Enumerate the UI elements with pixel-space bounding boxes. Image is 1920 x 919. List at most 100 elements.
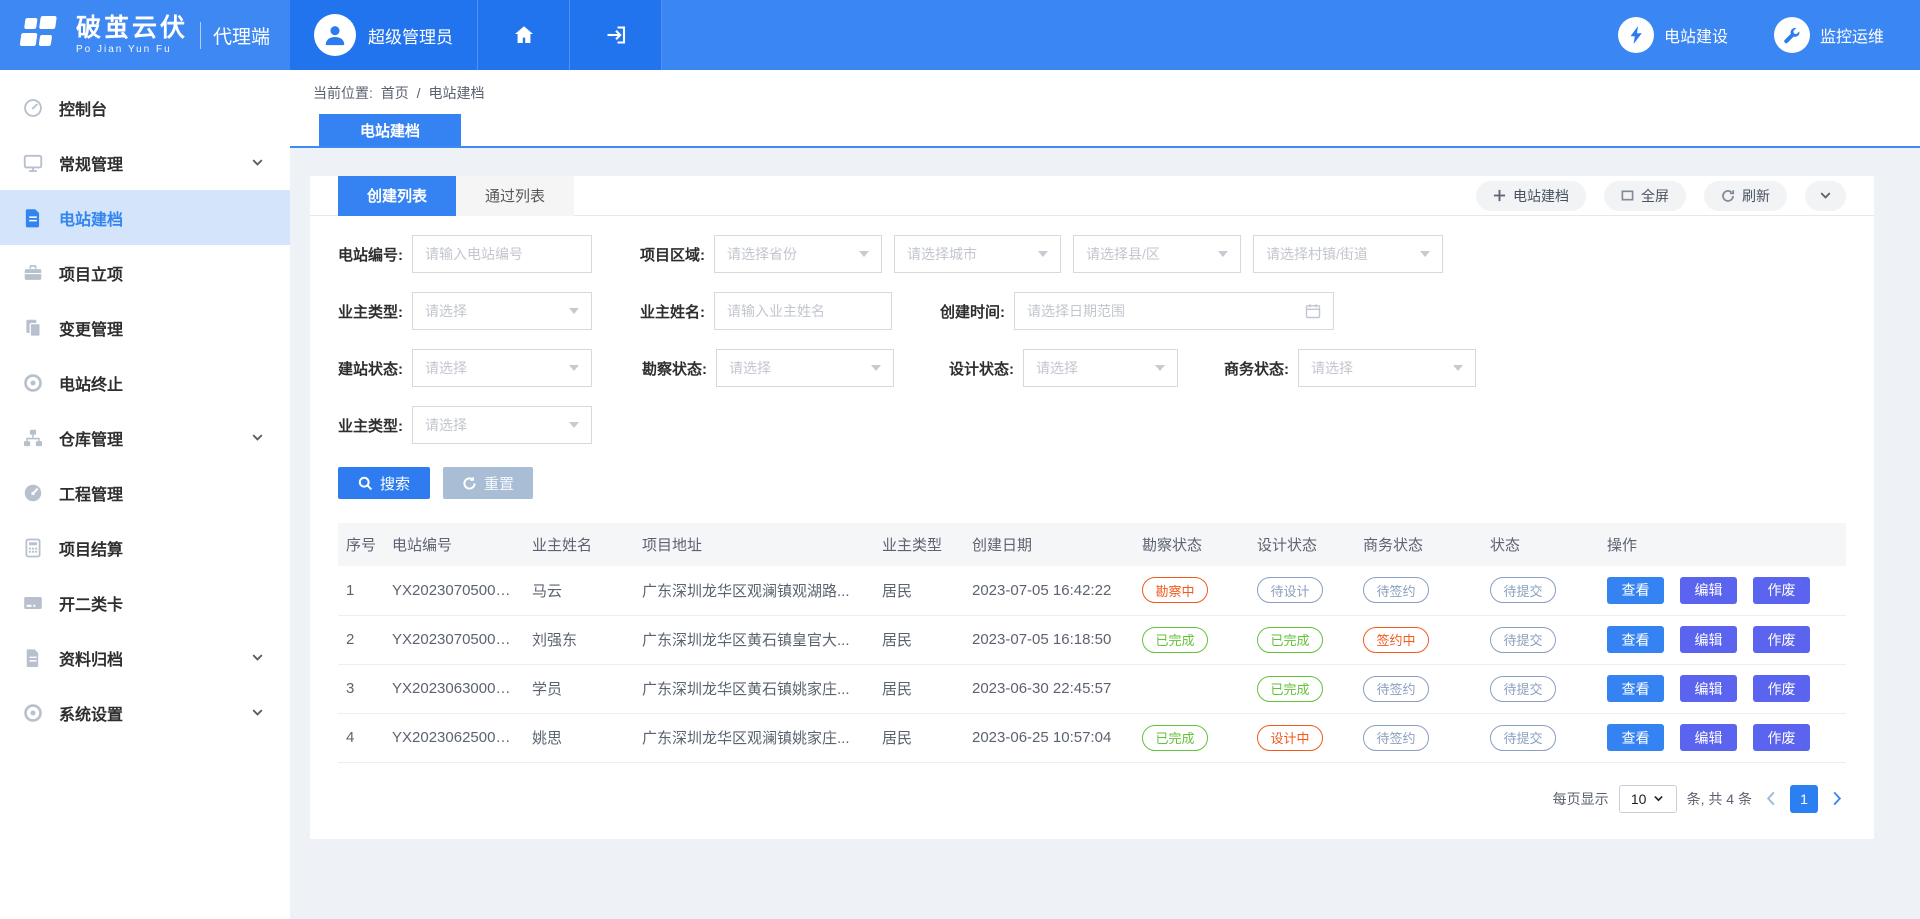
content-card: 创建列表 通过列表 电站建档 全屏 刷新 [310, 176, 1874, 839]
chevron-down-icon [251, 651, 264, 664]
sidebar: 控制台 常规管理 电站建档 项目立项 变更管理 电站终止 [0, 70, 290, 919]
home-button[interactable] [478, 0, 570, 70]
survey-status-select[interactable]: 请选择 [716, 349, 894, 387]
chevron-right-icon [1832, 791, 1842, 806]
sidebar-item-label: 电站建档 [59, 206, 264, 230]
status-badge: 待提交 [1490, 577, 1556, 603]
void-button[interactable]: 作废 [1753, 626, 1810, 653]
owner-name-input[interactable]: 请输入业主姓名 [714, 292, 892, 330]
col-status: 状态 [1482, 523, 1599, 566]
station-code-input[interactable]: 请输入电站编号 [412, 235, 592, 273]
sidebar-item-project-settlement[interactable]: 项目结算 [0, 520, 290, 575]
total-count-label: 条, 共 4 条 [1687, 789, 1752, 809]
sidebar-item-engineering-mgmt[interactable]: 工程管理 [0, 465, 290, 520]
add-station-button[interactable]: 电站建档 [1476, 181, 1586, 211]
breadcrumb-current: 电站建档 [428, 85, 484, 101]
void-button[interactable]: 作废 [1753, 724, 1810, 751]
page-number-1[interactable]: 1 [1790, 785, 1818, 813]
edit-button[interactable]: 编辑 [1680, 626, 1737, 653]
sidebar-item-label: 常规管理 [59, 151, 251, 175]
owner-type2-select[interactable]: 请选择 [412, 406, 592, 444]
view-button[interactable]: 查看 [1607, 626, 1664, 653]
sidebar-item-station-archive[interactable]: 电站建档 [0, 190, 290, 245]
sidebar-item-open-class2-card[interactable]: 开二类卡 [0, 575, 290, 630]
dashboard-icon [22, 482, 44, 504]
sidebar-item-data-archive[interactable]: 资料归档 [0, 630, 290, 685]
col-created: 创建日期 [964, 523, 1134, 566]
sidebar-item-project-initiation[interactable]: 项目立项 [0, 245, 290, 300]
logout-button[interactable] [570, 0, 662, 70]
caret-down-icon [871, 365, 881, 371]
district-select[interactable]: 请选择县/区 [1073, 235, 1241, 273]
plus-icon [1493, 189, 1506, 202]
nav-label: 监控运维 [1820, 23, 1884, 47]
fullscreen-button[interactable]: 全屏 [1604, 181, 1686, 211]
page-tab-station-archive[interactable]: 电站建档 [319, 114, 461, 146]
refresh-button[interactable]: 刷新 [1704, 181, 1787, 211]
view-button[interactable]: 查看 [1607, 577, 1664, 604]
cell-owner: 刘强东 [524, 615, 634, 664]
create-time-range-input[interactable]: 请选择日期范围 [1014, 292, 1334, 330]
sitemap-icon [22, 427, 44, 449]
business-status-badge: 待签约 [1363, 577, 1429, 603]
sidebar-item-change-mgmt[interactable]: 变更管理 [0, 300, 290, 355]
nav-monitor-ops[interactable]: 监控运维 [1774, 17, 1884, 53]
gauge-icon [22, 97, 44, 119]
sidebar-item-label: 项目立项 [59, 261, 264, 285]
cell-address: 广东深圳龙华区黄石镇姚家庄... [634, 664, 874, 713]
cell-type: 居民 [874, 566, 964, 615]
nav-station-build[interactable]: 电站建设 [1618, 17, 1728, 53]
caret-down-icon [1218, 251, 1228, 257]
calendar-icon [1305, 303, 1321, 319]
monitor-icon [22, 152, 44, 174]
add-station-label: 电站建档 [1513, 186, 1569, 206]
breadcrumb-home[interactable]: 首页 [381, 85, 409, 101]
tab-create-list[interactable]: 创建列表 [338, 176, 456, 216]
cell-type: 居民 [874, 713, 964, 762]
search-label: 搜索 [380, 473, 410, 494]
next-page-button[interactable] [1828, 791, 1846, 806]
design-status-select[interactable]: 请选择 [1023, 349, 1178, 387]
void-button[interactable]: 作废 [1753, 675, 1810, 702]
col-business: 商务状态 [1355, 523, 1482, 566]
cell-no: 1 [338, 566, 384, 615]
caret-down-icon [1155, 365, 1165, 371]
user-icon [322, 22, 348, 48]
caret-down-icon [569, 308, 579, 314]
tab-passed-list[interactable]: 通过列表 [456, 176, 574, 216]
caret-down-icon [1420, 251, 1430, 257]
top-bar: 破茧云伏 Po Jian Yun Fu 代理端 超级管理员 [0, 0, 1920, 70]
business-status-select[interactable]: 请选择 [1298, 349, 1476, 387]
owner-type-label: 业主类型: [338, 301, 403, 322]
edit-button[interactable]: 编辑 [1680, 724, 1737, 751]
prev-page-button[interactable] [1762, 791, 1780, 806]
town-select[interactable]: 请选择村镇/街道 [1253, 235, 1443, 273]
cell-owner: 学员 [524, 664, 634, 713]
view-button[interactable]: 查看 [1607, 675, 1664, 702]
per-page-select[interactable]: 10 [1619, 785, 1677, 813]
sidebar-item-warehouse-mgmt[interactable]: 仓库管理 [0, 410, 290, 465]
reset-button[interactable]: 重置 [443, 467, 533, 499]
view-button[interactable]: 查看 [1607, 724, 1664, 751]
collapse-button[interactable] [1805, 181, 1846, 211]
search-button[interactable]: 搜索 [338, 467, 430, 499]
user-menu[interactable]: 超级管理员 [290, 0, 478, 70]
edit-button[interactable]: 编辑 [1680, 675, 1737, 702]
col-address: 项目地址 [634, 523, 874, 566]
sidebar-item-console[interactable]: 控制台 [0, 80, 290, 135]
sidebar-item-general-mgmt[interactable]: 常规管理 [0, 135, 290, 190]
sidebar-item-label: 系统设置 [59, 701, 251, 725]
city-select[interactable]: 请选择城市 [894, 235, 1061, 273]
sidebar-item-station-terminate[interactable]: 电站终止 [0, 355, 290, 410]
void-button[interactable]: 作废 [1753, 577, 1810, 604]
table-row: 3 YX2023063000009 学员 广东深圳龙华区黄石镇姚家庄... 居民… [338, 664, 1846, 713]
card-tabs-row: 创建列表 通过列表 电站建档 全屏 刷新 [310, 176, 1874, 216]
build-status-select[interactable]: 请选择 [412, 349, 592, 387]
province-select[interactable]: 请选择省份 [714, 235, 882, 273]
owner-type-select[interactable]: 请选择 [412, 292, 592, 330]
card-icon [22, 592, 44, 614]
design-status-badge: 已完成 [1257, 627, 1323, 653]
sidebar-item-system-settings[interactable]: 系统设置 [0, 685, 290, 740]
edit-button[interactable]: 编辑 [1680, 577, 1737, 604]
home-icon [512, 23, 536, 47]
